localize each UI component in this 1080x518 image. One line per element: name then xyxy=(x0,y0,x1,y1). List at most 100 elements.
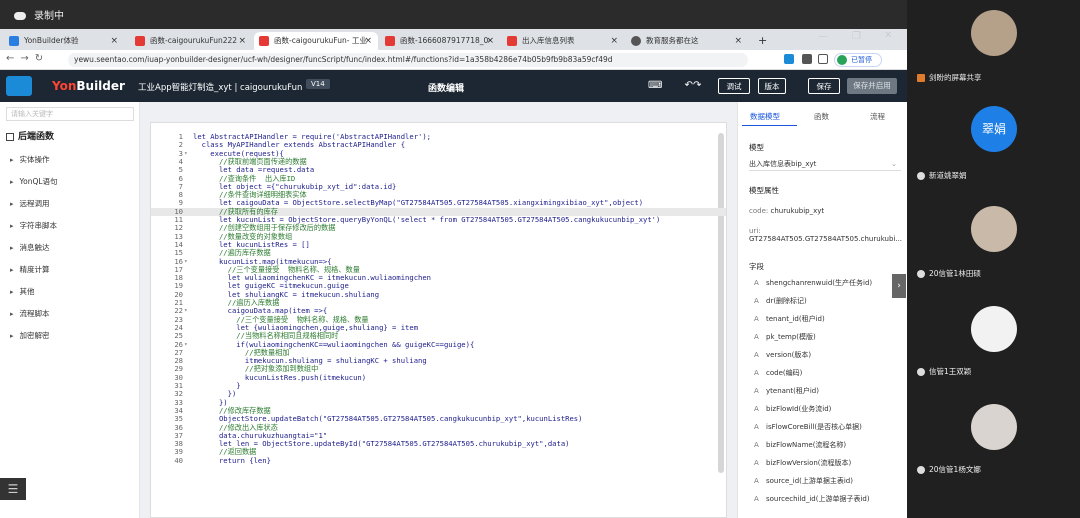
model-field[interactable]: Atenant_id(租户id) xyxy=(754,314,825,324)
code-line[interactable]: 40 return {len} xyxy=(151,455,726,465)
browser-tab-active[interactable]: 函数-caigourukuFun- 工业 × xyxy=(254,32,378,50)
avatar xyxy=(837,55,847,65)
puzzle-icon[interactable] xyxy=(802,54,812,64)
fold-toggle-icon[interactable]: ▾ xyxy=(184,258,188,266)
sidebar-item[interactable]: YonQL语句 xyxy=(10,176,58,187)
tab-data-model[interactable]: 数据模型 xyxy=(750,111,780,122)
site-favicon-icon xyxy=(507,36,517,46)
model-field[interactable]: AbizFlowId(业务流id) xyxy=(754,404,831,414)
fold-toggle-icon[interactable]: ▾ xyxy=(184,307,188,315)
page-title: 函数编辑 xyxy=(428,84,465,94)
model-field[interactable]: Asource_id(上游单据主表id) xyxy=(754,476,853,486)
close-icon[interactable]: × xyxy=(734,32,742,50)
browser-tab[interactable]: 出入库信息列表 × xyxy=(502,32,624,50)
browser-tab[interactable]: 教育服务都在这 × xyxy=(626,32,748,50)
mic-icon xyxy=(917,172,925,180)
sidebar-item[interactable]: 消息触达 xyxy=(10,242,50,253)
fold-toggle-icon[interactable]: ▾ xyxy=(184,341,188,349)
chevron-down-icon: ⌄ xyxy=(891,160,897,168)
sidebar-heading: 后端函数 xyxy=(6,129,54,142)
video-tile: 剑盼的屏幕共享 xyxy=(907,0,1080,88)
model-field[interactable]: AisFlowCoreBill(是否核心单据) xyxy=(754,422,862,432)
recording-indicator: 录制中 xyxy=(14,7,64,22)
nav-buttons[interactable]: ←→↻ xyxy=(6,53,49,64)
attr-label: 模型属性 xyxy=(749,186,779,195)
debug-button[interactable]: 调试 xyxy=(718,78,750,94)
mic-icon xyxy=(917,466,925,474)
model-field[interactable]: Apk_temp(模版) xyxy=(754,332,816,342)
sidebar-item[interactable]: 实体操作 xyxy=(10,154,50,165)
model-field[interactable]: Aversion(版本) xyxy=(754,350,811,360)
browser-tab-strip: YonBuilder体验 × 函数-caigourukuFun222 × 函数-ca… xyxy=(0,29,907,50)
close-icon[interactable]: × xyxy=(610,32,618,50)
model-field[interactable]: Aytenant(租户id) xyxy=(754,386,819,396)
meeting-video-panel: 剑盼的屏幕共享 翠娟 新道姚翠娟 20信管1林田硕 信管1王双颖 20信管1杨文… xyxy=(907,0,1080,518)
profile-button[interactable]: 已暂停 xyxy=(834,53,882,67)
sidebar-item[interactable]: 精度计算 xyxy=(10,264,50,275)
close-icon[interactable]: × xyxy=(238,32,246,50)
model-field[interactable]: Ashengchanrenwuid(生产任务id) xyxy=(754,278,872,288)
text-type-icon: A xyxy=(754,333,759,341)
save-enable-button[interactable]: 保存并启用 xyxy=(847,78,897,94)
video-tile: 翠娟 新道姚翠娟 xyxy=(907,98,1080,186)
collapse-panel-button[interactable]: › xyxy=(892,274,906,298)
sidebar-item[interactable]: 远程调用 xyxy=(10,198,50,209)
code-line[interactable]: 31 } xyxy=(151,381,726,390)
restore-icon[interactable]: ❐ xyxy=(852,31,861,42)
address-bar: ←→↻ yewu.seentao.com/iuap-yonbuilder-des… xyxy=(0,50,907,70)
app-header: YonBuilder 工业App智能灯制造_xyt | caigourukuFu… xyxy=(0,70,907,102)
site-favicon-icon xyxy=(385,36,395,46)
version-badge: V14 xyxy=(306,79,330,89)
text-type-icon: A xyxy=(754,297,759,305)
code-line[interactable]: 32 }) xyxy=(151,389,726,398)
browser-tab[interactable]: YonBuilder体验 × xyxy=(4,32,124,50)
keyboard-icon[interactable]: ⌨ xyxy=(648,78,662,94)
sidebar-item[interactable]: 加密解密 xyxy=(10,330,50,341)
editor-area: 1 let AbstractAPIHandler = require('Abstr… xyxy=(140,102,737,518)
text-type-icon: A xyxy=(754,495,759,503)
model-field[interactable]: Asourcechild_id(上游单据子表id) xyxy=(754,494,870,504)
globe-icon xyxy=(631,36,641,46)
minimize-icon[interactable]: — xyxy=(818,31,828,42)
function-sidebar: 请输入关键字 后端函数 实体操作 YonQL语句 远程调用 字符串脚本 消息触达… xyxy=(0,102,140,518)
avatar xyxy=(971,206,1017,252)
version-button[interactable]: 版本 xyxy=(758,78,786,94)
list-menu-icon[interactable]: ☰ xyxy=(0,478,26,500)
text-type-icon: A xyxy=(754,405,759,413)
code-editor[interactable]: 1 let AbstractAPIHandler = require('Abstr… xyxy=(150,122,727,518)
fold-toggle-icon[interactable]: ▾ xyxy=(184,150,188,158)
avatar xyxy=(971,404,1017,450)
model-select[interactable]: 出入库信息表bip_xyt ⌄ xyxy=(749,157,901,171)
model-field[interactable]: AbizFlowName(流程名称) xyxy=(754,440,846,450)
sidebar-item[interactable]: 字符串脚本 xyxy=(10,220,58,231)
tab-functions[interactable]: 函数 xyxy=(814,111,829,122)
tab-flow[interactable]: 流程 xyxy=(870,111,885,122)
extension-icon[interactable] xyxy=(784,54,794,64)
close-icon[interactable]: × xyxy=(110,32,118,50)
model-field[interactable]: Acode(编码) xyxy=(754,368,802,378)
menu-icon[interactable] xyxy=(6,76,32,96)
code-text: return {len} xyxy=(193,455,271,465)
close-icon[interactable]: × xyxy=(364,32,372,50)
sidebar-icon[interactable] xyxy=(818,54,828,64)
close-icon[interactable]: × xyxy=(486,32,494,50)
model-field[interactable]: AbizFlowVersion(流程版本) xyxy=(754,458,851,468)
new-tab-button[interactable]: + xyxy=(752,32,772,50)
undo-redo-icon[interactable]: ↶↷ xyxy=(680,78,706,94)
sidebar-search-input[interactable]: 请输入关键字 xyxy=(6,107,134,121)
save-button[interactable]: 保存 xyxy=(808,78,840,94)
data-model-panel: 数据模型 函数 流程 模型 出入库信息表bip_xyt ⌄ 模型属性 code: … xyxy=(737,102,907,518)
sidebar-item[interactable]: 流程脚本 xyxy=(10,308,50,319)
text-type-icon: A xyxy=(754,423,759,431)
video-tile: 20信管1林田硕 xyxy=(907,198,1080,286)
avatar xyxy=(971,10,1017,56)
cloud-icon xyxy=(14,12,26,20)
folder-icon xyxy=(6,132,14,141)
sidebar-item[interactable]: 其他 xyxy=(10,286,35,297)
close-window-icon[interactable]: ✕ xyxy=(884,30,892,41)
url-field[interactable]: yewu.seentao.com/iuap-yonbuilder-designe… xyxy=(68,53,748,67)
browser-tab[interactable]: 函数-1666087917718_0- × xyxy=(380,32,500,50)
yonbuilder-logo: YonBuilder xyxy=(52,79,125,93)
browser-tab[interactable]: 函数-caigourukuFun222 × xyxy=(130,32,252,50)
model-field[interactable]: Adr(删除标记) xyxy=(754,296,807,306)
